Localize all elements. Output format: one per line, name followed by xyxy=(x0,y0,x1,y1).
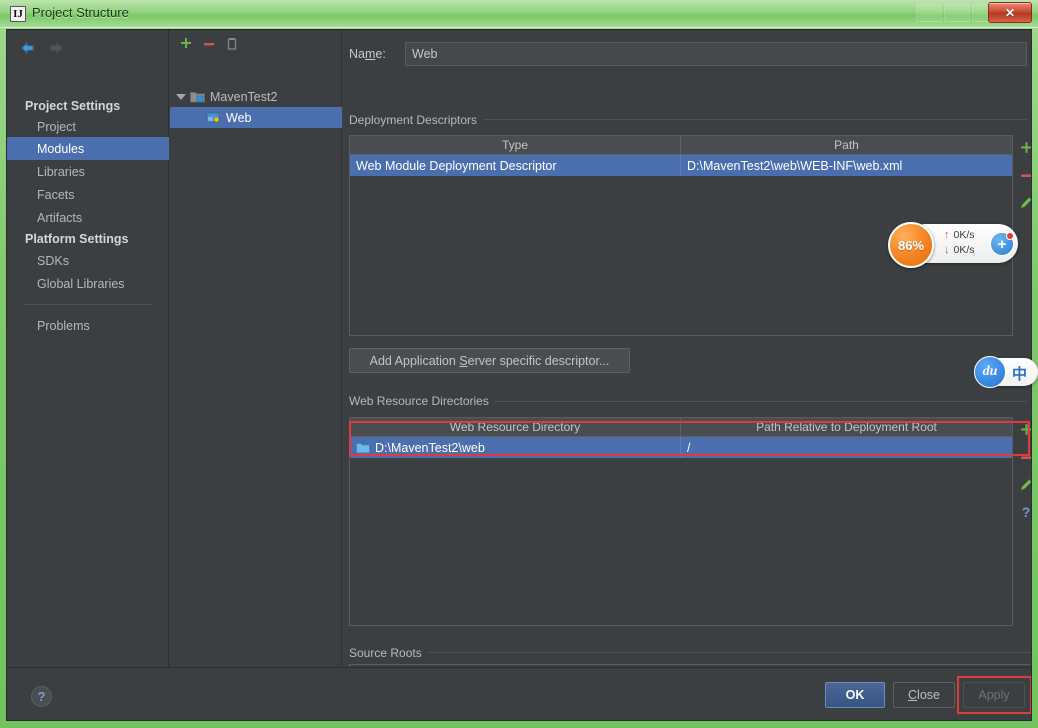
application-window: IJ Project Structure ✕ Project Settings … xyxy=(0,0,1038,728)
sidebar-group-project-settings: Project Settings xyxy=(25,98,121,113)
download-rate-value: 0K/s xyxy=(953,244,975,256)
table-row[interactable]: Web Module Deployment Descriptor D:\Mave… xyxy=(350,155,1012,176)
tree-node-maventest2[interactable]: MavenTest2 xyxy=(170,86,342,107)
intellij-idea-icon: IJ xyxy=(10,6,26,22)
add-web-resource-button[interactable] xyxy=(1015,417,1031,444)
btn-label-post: erver specific descriptor... xyxy=(467,353,610,368)
cell-path-relative: / xyxy=(680,437,1012,458)
upload-rate-value: 0K/s xyxy=(953,229,975,241)
sidebar-item-problems[interactable]: Problems xyxy=(7,314,169,337)
ime-mode-label[interactable]: 中 xyxy=(1012,363,1027,384)
remove-descriptor-button[interactable] xyxy=(1015,162,1031,189)
remove-module-button[interactable] xyxy=(200,35,218,53)
close-button[interactable]: Close xyxy=(893,682,955,708)
messenger-badge-icon[interactable]: + xyxy=(990,232,1014,256)
navigation-arrows xyxy=(15,36,85,60)
tree-node-label: MavenTest2 xyxy=(210,89,278,104)
source-roots-title: Source Roots xyxy=(349,646,428,660)
notification-dot-icon xyxy=(1006,232,1014,240)
deployment-descriptors-toolbar xyxy=(1015,135,1031,216)
group-rule xyxy=(349,652,1031,653)
btn-label-mnemonic: S xyxy=(459,353,468,368)
system-speed-widget[interactable]: ↑ 0K/s ↓ 0K/s + 86% xyxy=(888,222,1018,268)
column-header-web-resource-directory[interactable]: Web Resource Directory xyxy=(350,418,680,436)
settings-sidebar: Project Settings Project Modules Librari… xyxy=(7,30,169,666)
ok-button[interactable]: OK xyxy=(825,682,885,708)
chevron-down-icon[interactable] xyxy=(176,93,186,100)
cell-path: D:\MavenTest2\web\WEB-INF\web.xml xyxy=(680,155,1012,176)
cell-text: D:\MavenTest2\web xyxy=(375,440,485,455)
tree-node-label: Web xyxy=(226,110,252,125)
minimize-button[interactable] xyxy=(916,3,942,22)
sidebar-group-platform-settings: Platform Settings xyxy=(25,231,129,246)
table-header-row: Web Resource Directory Path Relative to … xyxy=(350,418,1012,437)
module-name-row: Name: xyxy=(349,42,1027,68)
sidebar-item-sdks[interactable]: SDKs xyxy=(7,249,169,272)
edit-descriptor-button[interactable] xyxy=(1015,189,1031,216)
web-resource-toolbar: ? xyxy=(1015,417,1031,525)
title-bar: IJ Project Structure ✕ xyxy=(0,0,1038,28)
close-label-post: lose xyxy=(917,688,940,702)
badge-glyph: + xyxy=(997,235,1007,253)
baidu-ime-logo-icon[interactable]: du xyxy=(974,356,1006,388)
sidebar-item-modules[interactable]: Modules xyxy=(7,137,169,160)
add-descriptor-button[interactable] xyxy=(1015,135,1031,162)
btn-label-pre: Add Application xyxy=(369,353,460,368)
name-label-mnemonic: m xyxy=(364,47,376,61)
back-arrow-icon[interactable] xyxy=(19,39,37,57)
add-module-button[interactable] xyxy=(177,35,195,53)
module-tree-toolbar xyxy=(170,30,342,57)
download-arrow-icon: ↓ xyxy=(944,244,950,256)
module-name-input[interactable] xyxy=(405,42,1027,66)
module-icon xyxy=(190,90,205,103)
edit-web-resource-button[interactable] xyxy=(1015,471,1031,498)
tree-node-web[interactable]: Web xyxy=(170,107,342,128)
table-row[interactable]: D:\MavenTest2\web / xyxy=(350,437,1012,458)
close-window-button[interactable]: ✕ xyxy=(988,2,1032,23)
sidebar-item-project[interactable]: Project xyxy=(7,115,169,138)
sidebar-item-facets[interactable]: Facets xyxy=(7,183,169,206)
name-label-post: e: xyxy=(375,47,386,61)
input-method-widget[interactable]: 中 du xyxy=(974,356,1038,388)
column-header-type[interactable]: Type xyxy=(350,136,680,154)
sidebar-item-global-libraries[interactable]: Global Libraries xyxy=(7,272,169,295)
module-detail-panel: Name: Deployment Descriptors Type Path W… xyxy=(343,30,1031,681)
window-title: Project Structure xyxy=(32,5,129,20)
column-header-path-relative[interactable]: Path Relative to Deployment Root xyxy=(680,418,1012,436)
project-structure-dialog: Project Settings Project Modules Librari… xyxy=(6,29,1032,721)
sidebar-divider xyxy=(25,304,153,305)
help-web-resource-button[interactable]: ? xyxy=(1015,498,1031,525)
forward-arrow-icon[interactable] xyxy=(47,39,65,57)
dialog-button-bar: ? OK Close Apply xyxy=(7,667,1031,720)
upload-arrow-icon: ↑ xyxy=(944,229,950,241)
sidebar-item-artifacts[interactable]: Artifacts xyxy=(7,206,169,229)
module-tree-panel: MavenTest2 Web xyxy=(170,30,342,666)
sidebar-item-libraries[interactable]: Libraries xyxy=(7,160,169,183)
maximize-button[interactable] xyxy=(944,3,970,22)
folder-icon xyxy=(356,442,370,454)
column-header-path[interactable]: Path xyxy=(680,136,1012,154)
name-label-pre: Na xyxy=(349,47,365,61)
copy-module-button[interactable] xyxy=(223,35,241,53)
apply-button[interactable]: Apply xyxy=(963,682,1025,708)
web-facet-icon xyxy=(206,111,221,124)
web-resource-directories-table[interactable]: Web Resource Directory Path Relative to … xyxy=(349,417,1013,626)
cell-type: Web Module Deployment Descriptor xyxy=(356,158,557,173)
web-resource-directories-title: Web Resource Directories xyxy=(349,394,495,408)
help-button[interactable]: ? xyxy=(31,686,52,707)
table-header-row: Type Path xyxy=(350,136,1012,155)
remove-web-resource-button[interactable] xyxy=(1015,444,1031,471)
close-mnemonic: C xyxy=(908,688,918,702)
cpu-usage-indicator[interactable]: 86% xyxy=(888,222,934,268)
add-application-server-descriptor-button[interactable]: Add Application Server specific descript… xyxy=(349,348,630,373)
deployment-descriptors-title: Deployment Descriptors xyxy=(349,113,484,127)
cell-web-resource-directory: D:\MavenTest2\web xyxy=(350,437,680,458)
module-name-label: Name: xyxy=(349,47,386,61)
